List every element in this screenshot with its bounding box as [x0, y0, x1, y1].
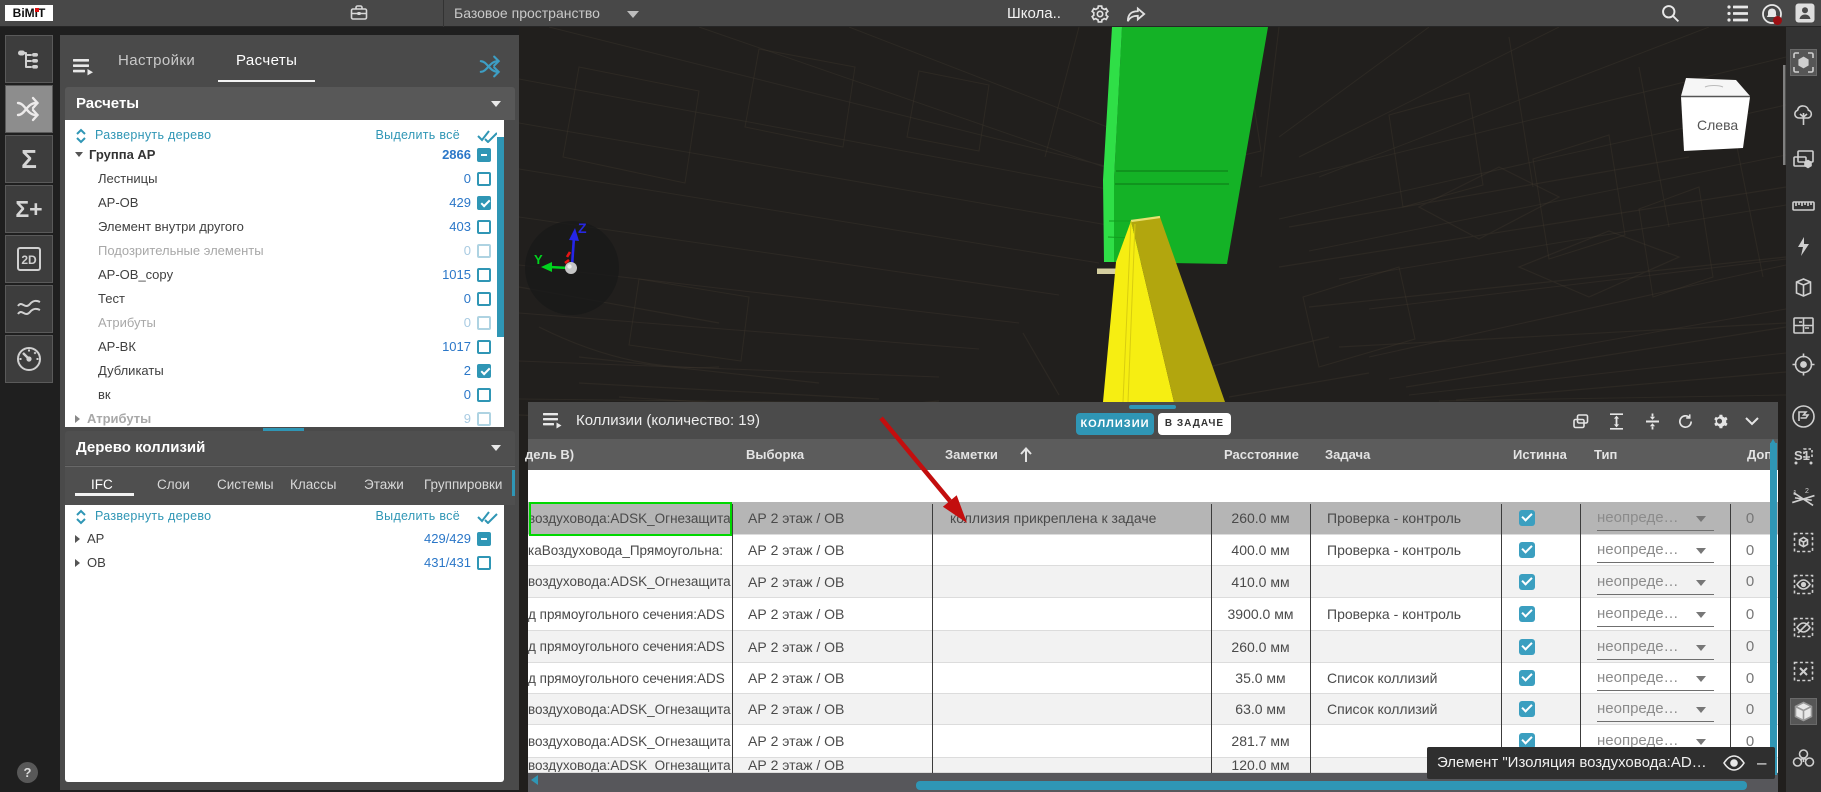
svg-text:2D: 2D [21, 253, 37, 267]
svg-text:1: 1 [1793, 490, 1797, 497]
svg-text:Слева: Слева [1697, 117, 1738, 133]
svg-text:Y: Y [534, 252, 543, 267]
svg-text:S1: S1 [1794, 448, 1810, 463]
svg-text:2: 2 [1805, 488, 1809, 495]
svg-text:Z: Z [578, 220, 587, 236]
